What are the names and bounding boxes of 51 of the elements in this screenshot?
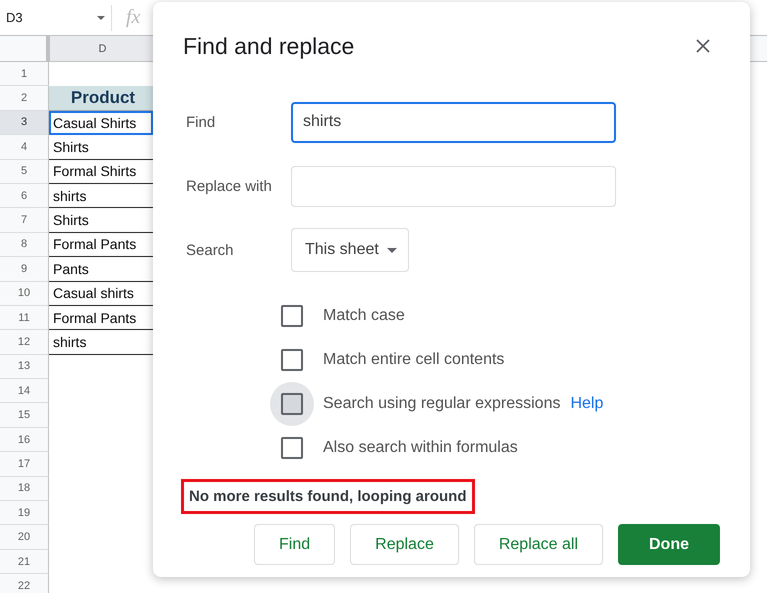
row-header[interactable]: 4 (0, 135, 49, 160)
done-button[interactable]: Done (618, 524, 720, 565)
row-header[interactable]: 21 (0, 550, 49, 574)
checkbox[interactable] (281, 305, 303, 327)
row-header[interactable]: 15 (0, 403, 49, 428)
row-header[interactable]: 1 (0, 62, 49, 86)
row-header[interactable]: 6 (0, 184, 49, 208)
search-label: Search (186, 242, 235, 258)
dialog-title: Find and replace (183, 32, 354, 60)
row-header[interactable]: 11 (0, 306, 49, 330)
find-field[interactable]: shirts (291, 102, 616, 142)
row-header[interactable]: 22 (0, 574, 49, 593)
replace-label: Replace with (186, 178, 273, 194)
row-header[interactable]: 8 (0, 232, 49, 258)
row-header[interactable]: 9 (0, 257, 49, 282)
row-header[interactable]: 2 (0, 86, 49, 111)
name-box[interactable]: D3 (0, 4, 112, 30)
replace-field[interactable] (291, 166, 616, 206)
find-label: Find (186, 114, 216, 130)
row-header[interactable]: 17 (0, 452, 49, 477)
row-header[interactable]: 14 (0, 379, 49, 404)
action-button[interactable]: Replace all (474, 524, 603, 565)
checkbox[interactable] (281, 349, 303, 371)
row-header[interactable]: 5 (0, 160, 49, 184)
row-header[interactable]: 19 (0, 501, 49, 526)
help-link[interactable]: Help (570, 395, 604, 413)
action-button[interactable]: Replace (350, 524, 459, 565)
checkbox-label: Search using regular expressions (323, 395, 560, 413)
column-header[interactable]: D (50, 36, 156, 61)
formula-icon: fx (126, 6, 140, 29)
row-header[interactable]: 12 (0, 330, 49, 355)
row-header[interactable]: 20 (0, 525, 49, 550)
checkbox-label: Also search within formulas (323, 439, 518, 457)
caret-icon (386, 248, 397, 252)
checkbox-label: Match case (323, 307, 405, 325)
row-header[interactable]: 13 (0, 354, 49, 380)
checkbox-label: Match entire cell contents (323, 351, 504, 369)
checkbox[interactable] (281, 393, 303, 415)
row-header[interactable]: 3 (0, 110, 49, 136)
status-message: No more results found, looping around (181, 478, 474, 514)
table-cell: Casual Shirts (49, 110, 153, 136)
table-header-cell: Product (49, 86, 153, 111)
row-header[interactable]: 16 (0, 428, 49, 452)
close-icon[interactable] (696, 39, 710, 53)
action-button[interactable]: Find (254, 524, 336, 565)
checkbox[interactable] (281, 437, 303, 459)
caret-icon (97, 16, 105, 20)
row-header[interactable]: 10 (0, 282, 49, 306)
row-header[interactable]: 7 (0, 208, 49, 233)
search-dropdown[interactable]: This sheet (291, 228, 409, 272)
row-header[interactable]: 18 (0, 476, 49, 502)
